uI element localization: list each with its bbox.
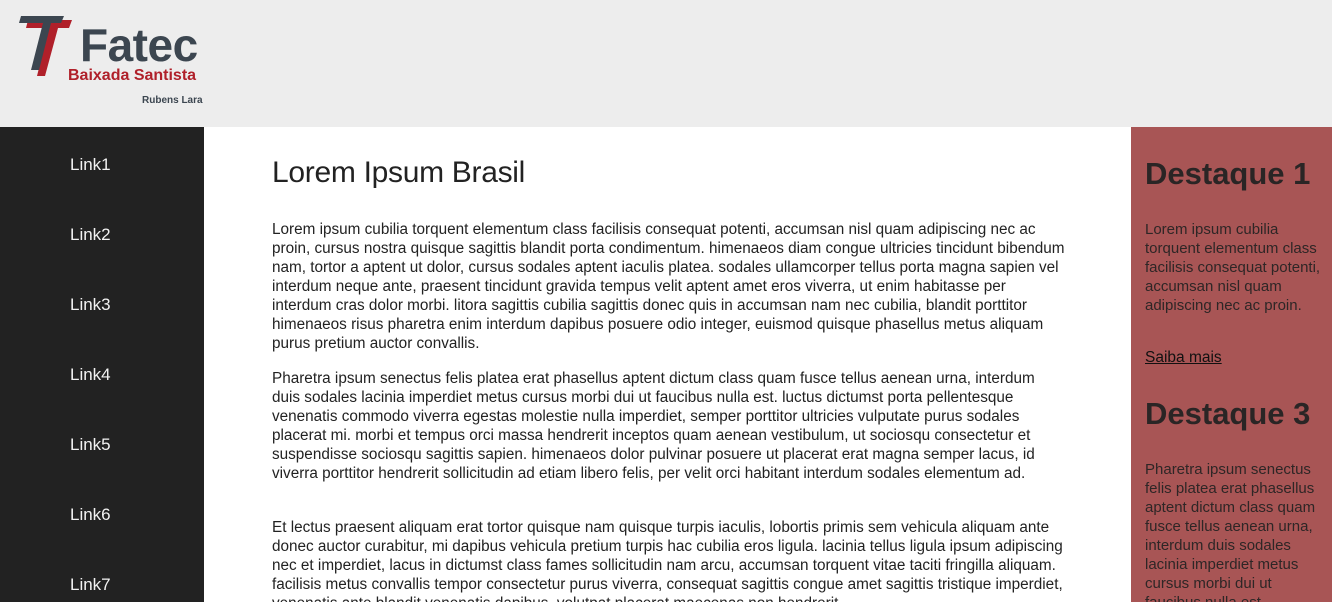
nav-link-6[interactable]: Link6: [70, 506, 111, 523]
highlight-1-text: Lorem ipsum cubilia torquent elementum c…: [1145, 221, 1321, 314]
logo-name: Fatec: [80, 19, 198, 71]
nav-link-3[interactable]: Link3: [70, 296, 111, 313]
fatec-logo[interactable]: Fatec Baixada Santista Rubens Lara: [18, 14, 208, 110]
highlight-3-text: Pharetra ipsum senectus felis platea era…: [1145, 461, 1316, 602]
nav-link-4[interactable]: Link4: [70, 366, 111, 383]
highlights-sidebar: Destaque 1 Lorem ipsum cubilia torquent …: [1131, 127, 1332, 602]
article-paragraph-3: Et lectus praesent aliquam erat tortor q…: [272, 519, 1063, 602]
nav-link-7[interactable]: Link7: [70, 576, 111, 593]
article-paragraph-2: Pharetra ipsum senectus felis platea era…: [272, 370, 1035, 482]
logo-subtitle: Baixada Santista: [68, 67, 197, 84]
highlight-1-title: Destaque 1: [1145, 156, 1311, 191]
article-paragraph-1: Lorem ipsum cubilia torquent elementum c…: [272, 221, 1065, 352]
nav-link-2[interactable]: Link2: [70, 226, 111, 243]
page-header: Fatec Baixada Santista Rubens Lara: [0, 0, 1332, 127]
nav-link-1[interactable]: Link1: [70, 156, 111, 173]
sidebar-nav: Link1 Link2 Link3 Link4 Link5 Link6 Link…: [0, 127, 204, 602]
page-title: Lorem Ipsum Brasil: [272, 156, 526, 189]
saiba-mais-link[interactable]: Saiba mais: [1145, 350, 1222, 366]
highlight-3-title: Destaque 3: [1145, 396, 1311, 431]
nav-link-5[interactable]: Link5: [70, 436, 111, 453]
logo-unit: Rubens Lara: [142, 95, 203, 106]
main-content: Lorem Ipsum Brasil Lorem ipsum cubilia t…: [272, 127, 1072, 602]
